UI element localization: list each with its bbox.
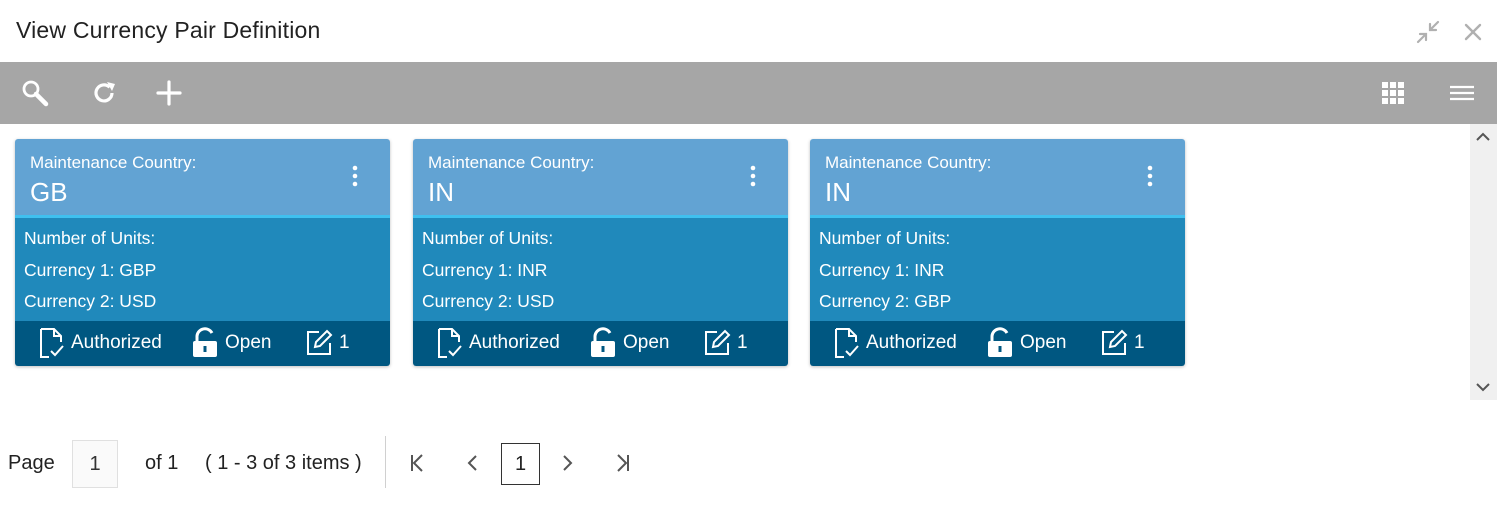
currency-2-text: Currency 2: USD xyxy=(422,291,555,311)
authorized-label: Authorized xyxy=(866,332,957,353)
current-page-button[interactable]: 1 xyxy=(501,443,540,485)
page-number-input[interactable]: 1 xyxy=(72,440,118,488)
authorized-document-icon xyxy=(40,328,64,358)
unlock-icon xyxy=(193,327,217,357)
card-header: Maintenance Country: IN xyxy=(810,139,1185,218)
version-info: 1 xyxy=(305,327,350,359)
currency-pair-window: View Currency Pair Definition Maintenanc… xyxy=(0,0,1498,526)
currency-pair-card[interactable]: Maintenance Country: GB Number of Units:… xyxy=(15,139,390,366)
last-page-icon[interactable] xyxy=(612,452,632,474)
pager-divider xyxy=(385,436,386,488)
currency-1-text: Currency 1: GBP xyxy=(24,260,157,280)
lock-status: Open xyxy=(191,327,271,359)
scroll-up-icon[interactable] xyxy=(1474,128,1492,146)
currency-pair-card[interactable]: Maintenance Country: IN Number of Units:… xyxy=(413,139,788,366)
refresh-icon[interactable] xyxy=(89,78,119,108)
card-body: Number of Units: Currency 1: INR Currenc… xyxy=(810,218,1185,321)
authorized-label: Authorized xyxy=(469,332,560,353)
edit-icon xyxy=(1102,329,1128,355)
currency-2-text: Currency 2: GBP xyxy=(819,291,952,311)
number-of-units-label: Number of Units: xyxy=(24,228,156,248)
edit-icon xyxy=(307,329,333,355)
maintenance-country-label: Maintenance Country: xyxy=(825,153,992,172)
card-body: Number of Units: Currency 1: GBP Currenc… xyxy=(15,218,390,321)
maintenance-country-label: Maintenance Country: xyxy=(30,153,197,172)
authorized-label: Authorized xyxy=(71,332,162,353)
authorized-status: Authorized xyxy=(37,327,162,359)
card-footer: Authorized Open 1 xyxy=(15,321,390,366)
vertical-scrollbar[interactable] xyxy=(1470,124,1497,400)
open-label: Open xyxy=(1020,332,1067,353)
add-icon[interactable] xyxy=(154,78,184,108)
scroll-down-icon[interactable] xyxy=(1474,378,1492,396)
currency-1-text: Currency 1: INR xyxy=(819,260,945,280)
version-number: 1 xyxy=(339,332,350,353)
list-menu-icon[interactable] xyxy=(1447,78,1477,108)
version-info: 1 xyxy=(1100,327,1145,359)
maintenance-country-value: GB xyxy=(30,177,68,207)
items-count-label: ( 1 - 3 of 3 items ) xyxy=(205,452,362,474)
unlock-icon xyxy=(988,327,1012,357)
unlock-icon xyxy=(591,327,615,357)
kebab-menu-icon[interactable] xyxy=(741,163,765,189)
lock-status: Open xyxy=(986,327,1066,359)
toolbar xyxy=(0,62,1497,124)
authorized-status: Authorized xyxy=(435,327,560,359)
maintenance-country-value: IN xyxy=(428,177,454,207)
card-footer: Authorized Open 1 xyxy=(413,321,788,366)
authorized-document-icon xyxy=(835,328,859,358)
version-number: 1 xyxy=(737,332,748,353)
page-total-label: of 1 xyxy=(145,452,179,474)
card-header: Maintenance Country: IN xyxy=(413,139,788,218)
open-label: Open xyxy=(623,332,670,353)
card-header: Maintenance Country: GB xyxy=(15,139,390,218)
first-page-icon[interactable] xyxy=(408,452,428,474)
version-info: 1 xyxy=(703,327,748,359)
search-icon[interactable] xyxy=(20,78,50,108)
currency-pair-card[interactable]: Maintenance Country: IN Number of Units:… xyxy=(810,139,1185,366)
card-list: Maintenance Country: GB Number of Units:… xyxy=(0,124,1470,400)
page-title: View Currency Pair Definition xyxy=(16,17,321,43)
maintenance-country-label: Maintenance Country: xyxy=(428,153,595,172)
pagination: Page 1 of 1 ( 1 - 3 of 3 items ) 1 xyxy=(0,436,700,492)
authorized-status: Authorized xyxy=(832,327,957,359)
edit-icon xyxy=(705,329,731,355)
next-page-icon[interactable] xyxy=(558,452,578,474)
card-footer: Authorized Open 1 xyxy=(810,321,1185,366)
kebab-menu-icon[interactable] xyxy=(1138,163,1162,189)
previous-page-icon[interactable] xyxy=(462,452,482,474)
authorized-document-icon xyxy=(438,328,462,358)
card-body: Number of Units: Currency 1: INR Currenc… xyxy=(413,218,788,321)
lock-status: Open xyxy=(589,327,669,359)
close-icon[interactable] xyxy=(1459,18,1487,46)
open-label: Open xyxy=(225,332,272,353)
grid-view-icon[interactable] xyxy=(1378,78,1408,108)
version-number: 1 xyxy=(1134,332,1145,353)
currency-1-text: Currency 1: INR xyxy=(422,260,548,280)
number-of-units-label: Number of Units: xyxy=(422,228,554,248)
minimize-arrows-icon[interactable] xyxy=(1414,18,1442,46)
title-bar: View Currency Pair Definition xyxy=(0,0,1498,62)
kebab-menu-icon[interactable] xyxy=(343,163,367,189)
maintenance-country-value: IN xyxy=(825,177,851,207)
number-of-units-label: Number of Units: xyxy=(819,228,951,248)
currency-2-text: Currency 2: USD xyxy=(24,291,157,311)
page-label: Page xyxy=(8,452,55,474)
